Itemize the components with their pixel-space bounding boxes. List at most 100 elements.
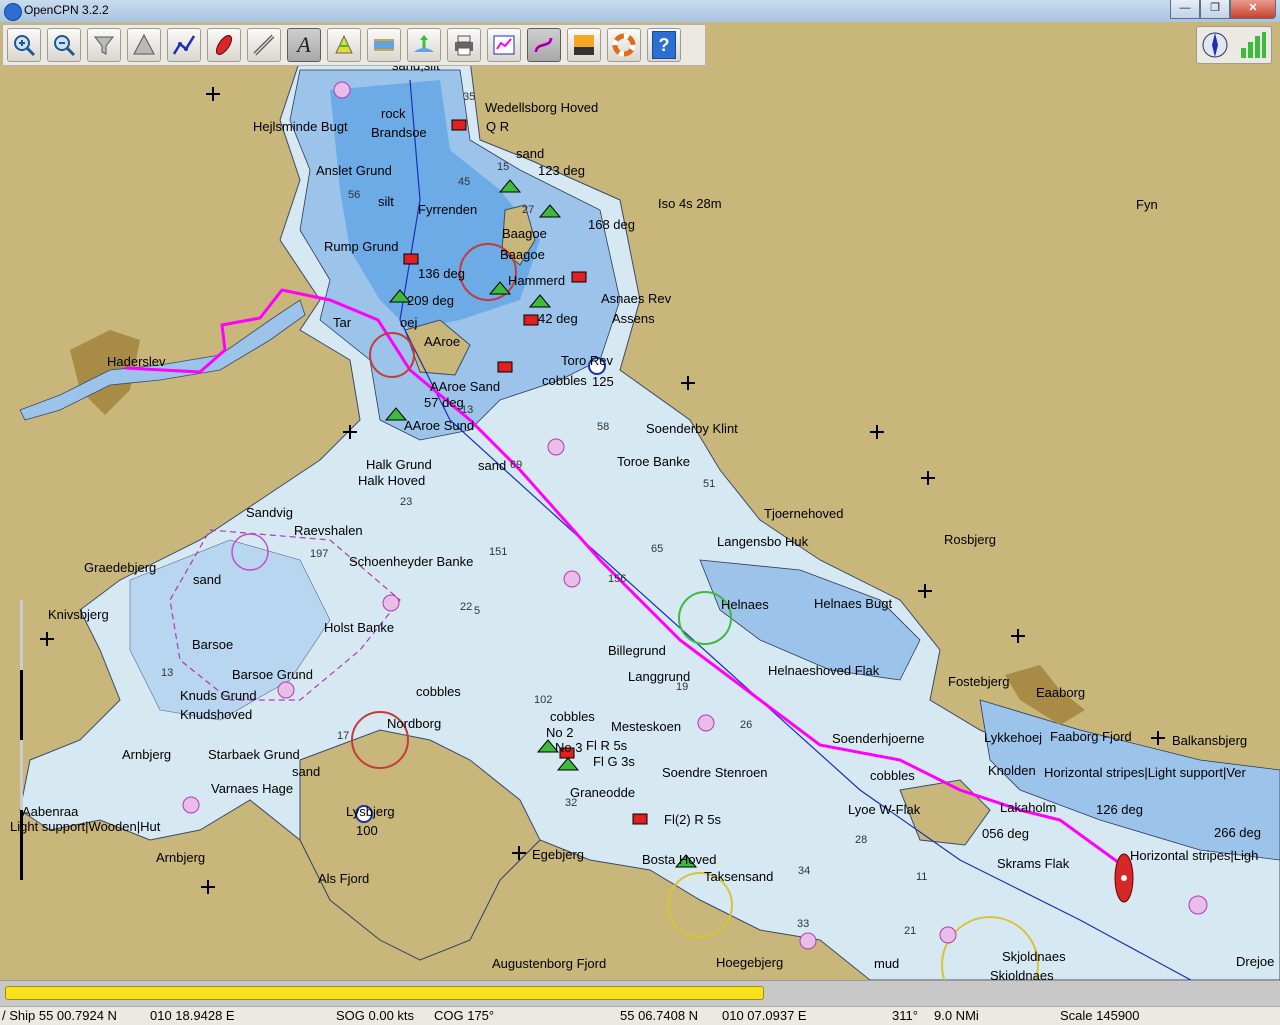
map-label: AAroe xyxy=(424,334,460,349)
zoom-out-button[interactable] xyxy=(47,28,81,62)
mob-button[interactable] xyxy=(607,28,641,62)
mark-button[interactable] xyxy=(327,28,361,62)
current-button[interactable] xyxy=(407,28,441,62)
scale-bar-segment xyxy=(20,600,23,670)
map-label: Graedebjerg xyxy=(84,560,156,575)
map-label: Lyoe W-Flak xyxy=(848,802,921,817)
measure-icon xyxy=(253,34,275,56)
map-label: sand xyxy=(193,572,221,587)
map-label: Rosbjerg xyxy=(944,532,996,547)
map-label: Barsoe xyxy=(192,637,233,652)
map-label: Egebjerg xyxy=(532,847,584,862)
map-label: Drejoe xyxy=(1236,954,1274,969)
text-icon: A xyxy=(297,32,311,57)
map-label: Helnaeshoved Flak xyxy=(768,663,880,678)
depth-sounding: 45 xyxy=(458,176,470,188)
depth-sounding: 51 xyxy=(703,478,715,490)
chart-canvas[interactable]: sand,silt Wedellsborg Hoved rock Hejlsmi… xyxy=(0,22,1280,980)
red-buoy xyxy=(497,361,513,373)
map-label: Fl(2) R 5s xyxy=(664,812,722,827)
zoom-in-button[interactable] xyxy=(7,28,41,62)
map-label: Lysbjerg xyxy=(346,804,395,819)
status-cog: COG 175° xyxy=(434,1008,495,1023)
color-scheme-button[interactable] xyxy=(567,28,601,62)
depth-sounding: 69 xyxy=(510,459,522,471)
ship-center xyxy=(1121,875,1127,881)
scale-in-button[interactable] xyxy=(87,28,121,62)
scale-bar-segment xyxy=(20,740,23,810)
depth-sounding: 56 xyxy=(348,189,360,201)
depth-sounding: 26 xyxy=(740,719,752,731)
chart-progress[interactable] xyxy=(5,986,1275,1000)
danger-icon xyxy=(277,681,295,699)
map-label: Barsoe Grund xyxy=(232,667,313,682)
map-label: 126 deg xyxy=(1096,802,1143,817)
route-manager-button[interactable] xyxy=(487,28,521,62)
map-label: 123 deg xyxy=(538,163,585,178)
nautical-chart[interactable]: sand,silt Wedellsborg Hoved rock Hejlsmi… xyxy=(0,22,1280,980)
follow-ship-button[interactable] xyxy=(207,28,241,62)
track-icon xyxy=(534,37,553,53)
minimize-button[interactable]: — xyxy=(1170,0,1200,19)
map-label: 100 xyxy=(356,823,378,838)
map-label: Augustenborg Fjord xyxy=(492,956,606,971)
depth-sounding: 27 xyxy=(522,204,534,216)
depth-sounding: 28 xyxy=(855,834,867,846)
map-label: sand xyxy=(516,146,544,161)
map-label: Faaborg Fjord xyxy=(1050,729,1132,744)
track-button[interactable] xyxy=(527,28,561,62)
map-label: Lakaholm xyxy=(1000,800,1056,815)
danger-icon xyxy=(1188,895,1208,915)
measure-button[interactable] xyxy=(247,28,281,62)
help-button[interactable]: ? xyxy=(647,28,681,62)
red-buoy xyxy=(523,314,539,326)
map-label: Arnbjerg xyxy=(122,747,171,762)
tide-button[interactable] xyxy=(367,28,401,62)
map-label: sand xyxy=(478,458,506,473)
map-label: Bosta Hoved xyxy=(642,852,716,867)
maximize-button[interactable]: ❐ xyxy=(1200,0,1230,19)
status-bar: / Ship 55 00.7924 N 010 18.9428 E SOG 0.… xyxy=(0,1006,1280,1025)
status-ship-lon: 010 18.9428 E xyxy=(150,1008,235,1023)
map-label: Knivsbjerg xyxy=(48,607,109,622)
map-label: Horizontal stripes|Light support|Ver xyxy=(1044,765,1247,780)
map-label: 57 deg xyxy=(424,395,464,410)
route-button[interactable] xyxy=(167,28,201,62)
print-button[interactable] xyxy=(447,28,481,62)
map-label: Tar xyxy=(333,315,352,330)
window-titlebar: OpenCPN 3.2.2 — ❐ ✕ xyxy=(0,0,1280,23)
map-label: Skjoldnaes xyxy=(990,968,1054,980)
zoom-in-icon xyxy=(14,35,36,57)
map-label: cobbles xyxy=(550,709,595,724)
map-label: AAroe Sand xyxy=(430,379,500,394)
depth-sounding: 13 xyxy=(461,404,473,416)
status-bearing: 311° xyxy=(892,1008,918,1023)
map-label: Holst Banke xyxy=(324,620,394,635)
scale-out-button[interactable] xyxy=(127,28,161,62)
map-label: Arnbjerg xyxy=(156,850,205,865)
map-label: Hejlsminde Bugt xyxy=(253,119,348,134)
map-label: silt xyxy=(378,194,394,209)
text-toggle-button[interactable]: A xyxy=(287,28,321,62)
gps-signal-icon[interactable] xyxy=(1237,30,1267,60)
map-label: Taksensand xyxy=(704,869,773,884)
zoom-out-icon xyxy=(54,35,76,57)
map-label: No 3 xyxy=(555,740,582,755)
depth-sounding: 19 xyxy=(676,681,688,693)
map-label: 266 deg xyxy=(1214,825,1261,840)
depth-sounding: 23 xyxy=(400,496,412,508)
depth-sounding: 151 xyxy=(489,546,507,558)
map-label: Halk Hoved xyxy=(358,473,425,488)
map-label: Asnaes Rev xyxy=(601,291,672,306)
danger-icon xyxy=(382,594,400,612)
lifebuoy-icon xyxy=(612,33,636,57)
map-label: Soenderhjoerne xyxy=(832,731,925,746)
depth-sounding: 32 xyxy=(565,797,577,809)
depth-sounding: 58 xyxy=(597,421,609,433)
depth-sounding: 156 xyxy=(608,573,626,585)
close-button[interactable]: ✕ xyxy=(1230,0,1276,19)
compass-icon[interactable] xyxy=(1202,30,1228,60)
map-label: Soenderby Klint xyxy=(646,421,738,436)
map-label: 136 deg xyxy=(418,266,465,281)
map-label: Hammerd xyxy=(508,273,565,288)
